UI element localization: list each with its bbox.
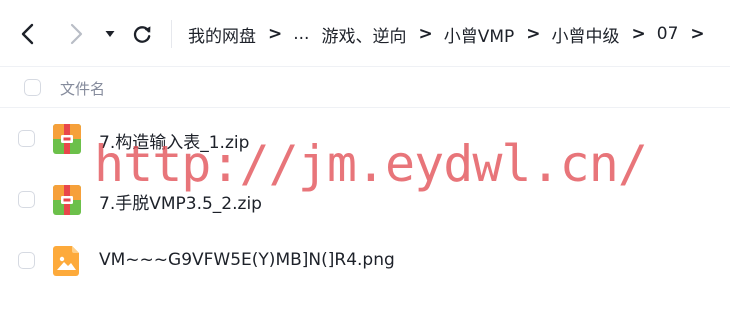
column-header-filename[interactable]: 文件名	[60, 78, 105, 99]
forward-button[interactable]	[62, 20, 90, 48]
caret-down-icon	[105, 31, 115, 37]
chevron-right-icon	[70, 23, 83, 45]
nav-divider	[171, 20, 172, 48]
breadcrumb-separator: >	[526, 24, 541, 44]
select-all-checkbox[interactable]	[24, 79, 41, 96]
file-name[interactable]: 7.构造输入表_1.zip	[99, 128, 249, 153]
breadcrumb-separator: >	[418, 24, 433, 44]
breadcrumb-separator: >	[631, 24, 646, 44]
breadcrumb: 我的网盘 > ... 游戏、逆向 > 小曾VMP > 小曾中级 > 07 >	[188, 20, 716, 48]
breadcrumb-item-xiaozeng-intermediate[interactable]: 小曾中级	[552, 22, 620, 47]
file-list-header: 文件名	[0, 66, 730, 108]
breadcrumb-item-xiaozeng-vmp[interactable]: 小曾VMP	[444, 22, 515, 47]
breadcrumb-separator: >	[268, 24, 283, 44]
breadcrumb-item-games-reverse[interactable]: 游戏、逆向	[321, 22, 406, 47]
row-checkbox[interactable]	[18, 252, 35, 269]
refresh-icon	[133, 26, 151, 43]
file-row[interactable]: 7.手脱VMP3.5_2.zip	[0, 171, 730, 229]
refresh-button[interactable]	[128, 20, 156, 48]
chevron-left-icon	[21, 23, 34, 45]
file-name[interactable]: 7.手脱VMP3.5_2.zip	[99, 189, 262, 214]
file-browser-window: 我的网盘 > ... 游戏、逆向 > 小曾VMP > 小曾中级 > 07 > 文…	[0, 0, 730, 328]
breadcrumb-separator: >	[690, 24, 705, 44]
back-button[interactable]	[14, 20, 42, 48]
image-file-icon	[53, 246, 79, 276]
zip-archive-icon	[53, 185, 81, 215]
file-name[interactable]: VM~~~G9VFW5E(Y)MB]N(]R4.png	[99, 250, 395, 270]
history-dropdown-button[interactable]	[98, 20, 122, 48]
file-row[interactable]: 7.构造输入表_1.zip	[0, 110, 730, 168]
zip-archive-icon	[53, 124, 81, 154]
file-row[interactable]: VM~~~G9VFW5E(Y)MB]N(]R4.png	[0, 232, 730, 290]
breadcrumb-item-07[interactable]: 07	[657, 24, 679, 44]
row-checkbox[interactable]	[18, 130, 35, 147]
row-checkbox[interactable]	[18, 191, 35, 208]
navigation-bar: 我的网盘 > ... 游戏、逆向 > 小曾VMP > 小曾中级 > 07 >	[0, 0, 730, 66]
breadcrumb-item-ellipsis[interactable]: ...	[293, 24, 309, 44]
breadcrumb-item-root[interactable]: 我的网盘	[188, 22, 256, 47]
